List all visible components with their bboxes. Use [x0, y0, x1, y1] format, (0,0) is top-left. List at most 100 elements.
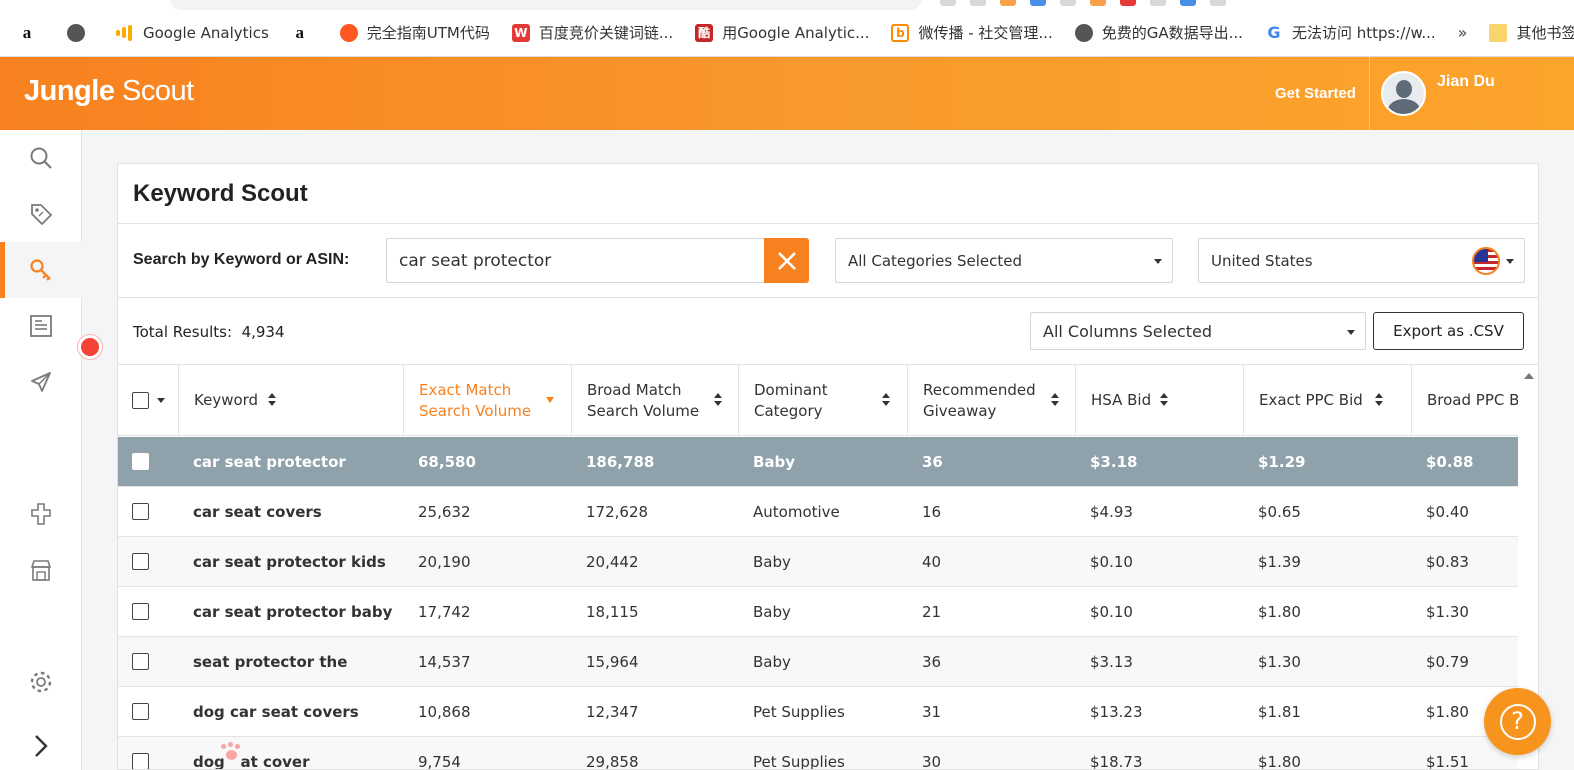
bookmark-utm-guide[interactable]: 完全指南UTM代码 — [339, 22, 490, 43]
column-header-recommended-giveaway[interactable]: Recommended Giveaway — [908, 365, 1076, 436]
hsa-bid-cell: $13.23 — [1090, 703, 1143, 721]
table-row[interactable]: dog at cover 9,754 29,858 Pet Supplies 3… — [118, 737, 1518, 770]
help-button[interactable]: ? — [1484, 688, 1551, 755]
hsa-bid-cell: $0.10 — [1090, 603, 1133, 621]
bookmark-weichuanbo[interactable]: b 微传播 - 社交管理... — [891, 22, 1053, 43]
keyword-cell[interactable]: dog at cover — [193, 737, 310, 769]
table-row[interactable]: car seat covers 25,632 172,628 Automotiv… — [118, 487, 1518, 537]
search-input[interactable] — [386, 238, 764, 283]
exact-volume-cell: 20,190 — [418, 553, 471, 571]
broad-ppc-cell: $1.80 — [1426, 703, 1469, 721]
country-select[interactable]: United States — [1198, 238, 1525, 283]
column-header-hsa-bid[interactable]: HSA Bid — [1076, 365, 1244, 436]
caret-down-icon[interactable] — [157, 398, 165, 403]
keyword-cell[interactable]: dog car seat covers — [193, 687, 359, 737]
sidebar-item-launch[interactable] — [0, 354, 82, 410]
column-header-broad-ppc-bid[interactable]: Broad PPC B — [1412, 365, 1518, 436]
broad-volume-cell: 20,442 — [586, 553, 639, 571]
notification-dot[interactable] — [78, 335, 102, 359]
exact-ppc-cell: $1.80 — [1258, 753, 1301, 770]
hsa-bid-cell: $3.13 — [1090, 653, 1133, 671]
sidebar-item-extension[interactable] — [0, 486, 82, 542]
sidebar-item-supplier-database[interactable] — [0, 542, 82, 598]
sidebar-item-settings[interactable] — [0, 654, 82, 710]
bookmark-cannot-access[interactable]: G 无法访问 https://w... — [1265, 22, 1435, 43]
bookmark-google-analytics[interactable]: Google Analytics — [116, 24, 269, 42]
row-checkbox[interactable] — [132, 603, 149, 620]
globe-icon — [67, 23, 85, 42]
category-cell: Baby — [753, 453, 796, 471]
key-icon — [30, 259, 51, 281]
bookmark-google-analytic[interactable]: 酷用Google Analytic... — [695, 22, 869, 43]
exact-ppc-cell: $1.30 — [1258, 653, 1301, 671]
bookmark-amazon-1[interactable]: a — [18, 23, 45, 42]
sidebar-item-keyword-scout[interactable] — [0, 242, 82, 298]
address-bar[interactable] — [170, 0, 922, 10]
broad-ppc-cell: $0.88 — [1426, 453, 1474, 471]
column-header-broad-match[interactable]: Broad Match Search Volume — [572, 365, 739, 436]
table-row[interactable]: car seat protector baby 17,742 18,115 Ba… — [118, 587, 1518, 637]
row-checkbox[interactable] — [132, 653, 149, 670]
bookmark-baidu-keywords[interactable]: W 百度竞价关键词链... — [511, 22, 673, 43]
column-header-keyword[interactable]: Keyword — [179, 365, 404, 436]
ku-icon: 酷 — [695, 23, 714, 42]
browser-bookmarks-bar: a Google Analytics a 完全指南UTM代码 W 百度竞价关键词链… — [0, 0, 1574, 57]
broad-ppc-cell: $0.40 — [1426, 503, 1469, 521]
broad-ppc-cell: $0.79 — [1426, 653, 1469, 671]
caret-down-icon — [1506, 259, 1514, 264]
column-header-dominant-category[interactable]: Dominant Category — [739, 365, 908, 436]
row-checkbox[interactable] — [132, 753, 149, 769]
page-title: Keyword Scout — [133, 180, 308, 207]
jungle-scout-logo[interactable]: Jungle Scout — [24, 75, 194, 108]
sidebar-item-product-database[interactable] — [0, 130, 82, 186]
category-cell: Baby — [753, 653, 791, 671]
bookmark-globe-1[interactable] — [67, 23, 94, 42]
keyword-cell[interactable]: car seat protector — [193, 437, 346, 487]
broad-ppc-cell: $1.51 — [1426, 753, 1469, 770]
chevron-right-icon — [35, 735, 48, 757]
keyword-cell[interactable]: car seat protector baby — [193, 587, 392, 637]
close-icon — [777, 251, 796, 270]
row-checkbox[interactable] — [132, 453, 149, 470]
search-label: Search by Keyword or ASIN: — [133, 251, 350, 268]
keyword-cell[interactable]: seat protector the — [193, 637, 347, 687]
other-bookmarks[interactable]: 其他书签 — [1489, 22, 1574, 43]
get-started-link[interactable]: Get Started — [1275, 85, 1356, 102]
category-cell: Baby — [753, 603, 791, 621]
broad-volume-cell: 172,628 — [586, 503, 649, 521]
scroll-up-icon[interactable] — [1524, 373, 1534, 379]
row-checkbox[interactable] — [132, 553, 149, 570]
user-name[interactable]: Jian Du — [1437, 73, 1495, 91]
broad-volume-cell: 15,964 — [586, 653, 639, 671]
row-checkbox[interactable] — [132, 503, 149, 520]
keyword-cell[interactable]: car seat covers — [193, 487, 322, 537]
select-all-checkbox[interactable] — [132, 392, 149, 409]
table-row[interactable]: car seat protector kids 20,190 20,442 Ba… — [118, 537, 1518, 587]
sidebar-expand[interactable] — [0, 718, 82, 770]
sidebar-item-academy[interactable] — [0, 298, 82, 354]
bookmark-amazon-2[interactable]: a — [291, 23, 318, 42]
row-checkbox[interactable] — [132, 703, 149, 720]
export-csv-button[interactable]: Export as .CSV — [1373, 312, 1524, 350]
exact-volume-cell: 68,580 — [418, 453, 476, 471]
columns-select[interactable]: All Columns Selected — [1030, 312, 1366, 350]
exact-volume-cell: 14,537 — [418, 653, 471, 671]
caret-down-icon — [1347, 330, 1355, 335]
table-row[interactable]: dog car seat covers 10,868 12,347 Pet Su… — [118, 687, 1518, 737]
column-header-exact-match[interactable]: Exact Match Search Volume — [404, 365, 572, 436]
clear-search-button[interactable] — [764, 238, 809, 283]
keyword-cell[interactable]: car seat protector kids — [193, 537, 386, 587]
google-analytics-icon — [116, 24, 134, 42]
avatar[interactable] — [1381, 71, 1426, 116]
table-row[interactable]: seat protector the 14,537 15,964 Baby 36… — [118, 637, 1518, 687]
bookmark-ga-export[interactable]: 免费的GA数据导出... — [1074, 22, 1243, 43]
table-row[interactable]: car seat protector 68,580 186,788 Baby 3… — [118, 437, 1518, 487]
more-bookmarks-chevron[interactable]: » — [1458, 23, 1468, 42]
exact-volume-cell: 25,632 — [418, 503, 471, 521]
sidebar-item-product-tracker[interactable] — [0, 186, 82, 242]
table-header: Keyword Exact Match Search Volume Broad M… — [118, 365, 1518, 436]
categories-select[interactable]: All Categories Selected — [835, 238, 1173, 283]
column-header-exact-ppc-bid[interactable]: Exact PPC Bid — [1244, 365, 1412, 436]
broad-ppc-cell: $1.30 — [1426, 603, 1469, 621]
w-letter-icon: W — [511, 23, 530, 42]
